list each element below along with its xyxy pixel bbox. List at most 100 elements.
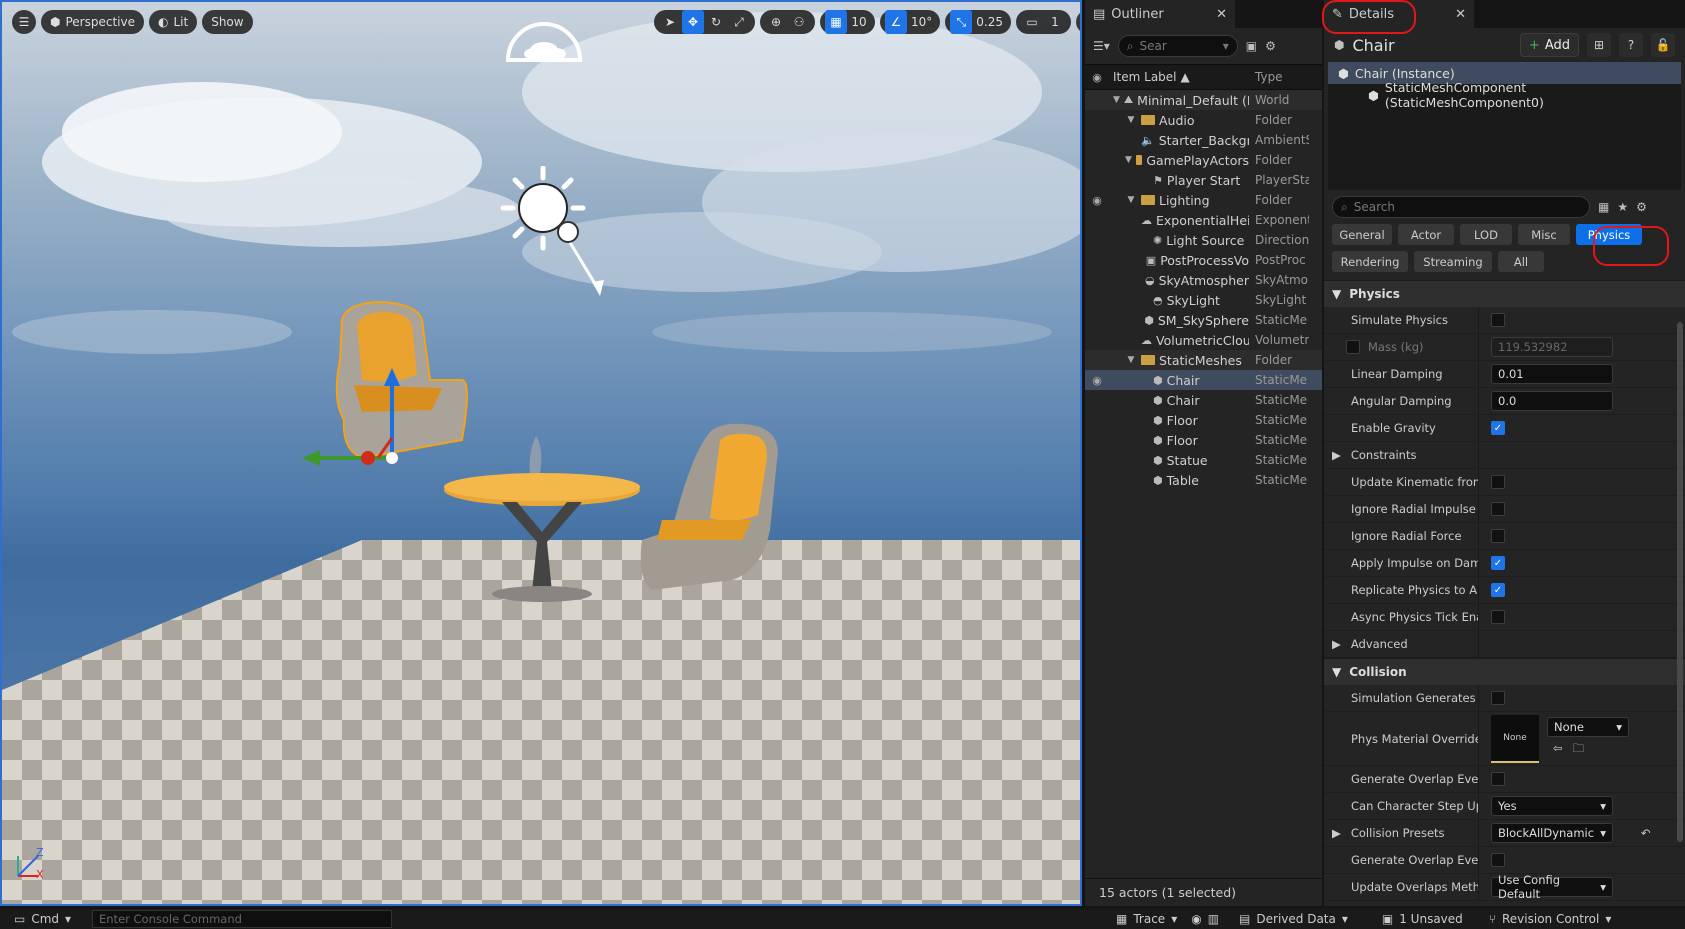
outliner-item[interactable]: ⬢ Chair [1109,393,1249,408]
world-coords-icon[interactable]: ⊕ [765,10,787,34]
trace-button[interactable]: ▦ Trace ▾ [1116,912,1177,926]
show-button[interactable]: Show [202,10,253,34]
select-tool-icon[interactable]: ➤ [659,10,681,34]
surface-snap-icon[interactable]: ⚇ [788,10,810,34]
details-search-input[interactable]: ⌕ Search [1332,196,1590,218]
outliner-row[interactable]: ▼ Audio Folder [1085,110,1322,130]
replicate-physics-checkbox[interactable]: ✓ [1491,583,1505,597]
outliner-search-input[interactable]: ⌕ Sear ▾ [1117,35,1238,57]
outliner-item[interactable]: ⬢ Chair [1109,373,1249,388]
visibility-header-icon[interactable]: ◉ [1085,71,1109,84]
constraints-row[interactable]: ▶ Constraints [1324,442,1685,469]
revision-control-button[interactable]: ⑂ Revision Control ▾ [1489,912,1612,926]
directional-light-icon[interactable] [500,166,610,306]
filter-lod[interactable]: LOD [1460,224,1512,245]
translate-tool-icon[interactable]: ✥ [682,10,704,34]
rotate-tool-icon[interactable]: ↻ [705,10,727,34]
collision-section[interactable]: ▼ Collision [1324,658,1685,685]
outliner-item[interactable]: ⬢ Floor [1109,433,1249,448]
angular-damping-field[interactable]: 0.0 [1491,391,1613,411]
caret-right-icon[interactable]: ▶ [1332,826,1341,840]
outliner-row[interactable]: ☁ VolumetricClou Volumetr [1085,330,1322,350]
enable-gravity-checkbox[interactable]: ✓ [1491,421,1505,435]
outliner-item[interactable]: ▼ Lighting [1109,193,1249,208]
reset-icon[interactable]: ↶ [1641,826,1651,840]
filter-rendering[interactable]: Rendering [1332,251,1408,272]
tab-outliner[interactable]: ▤ Outliner ✕ [1085,0,1235,28]
outliner-item[interactable]: ◓ SkyLight [1109,293,1249,308]
table-view-icon[interactable]: ▦ [1598,200,1609,214]
outliner-row[interactable]: 🔈 Starter_Backgr AmbientS [1085,130,1322,150]
outliner-item[interactable]: ◒ SkyAtmospher [1109,273,1249,288]
outliner-row[interactable]: ⬢ Statue StaticMe [1085,450,1322,470]
browse-icon[interactable]: 🗀 [1573,741,1585,760]
outliner-row[interactable]: ⬢ Chair StaticMe [1085,390,1322,410]
async-physics-checkbox[interactable] [1491,610,1505,624]
add-folder-icon[interactable]: ▣ [1246,39,1257,53]
grid-snap-value[interactable]: 10 [848,10,870,34]
phys-material-thumbnail[interactable]: None [1491,714,1539,763]
linear-damping-field[interactable]: 0.01 [1491,364,1613,384]
record-icon[interactable]: ◉ [1191,912,1201,926]
visibility-eye-icon[interactable]: ◉ [1085,194,1109,207]
gear-icon[interactable]: ⚙ [1636,200,1647,214]
col-item-label[interactable]: Item Label ▲ [1109,70,1249,84]
filter-actor[interactable]: Actor [1398,224,1454,245]
outliner-row[interactable]: ◉ ⬢ Chair StaticMe [1085,370,1322,390]
outliner-row[interactable]: ⬢ SM_SkySphere StaticMe [1085,310,1322,330]
sky-dome-icon[interactable] [504,20,584,62]
ignore-radial-impulse-checkbox[interactable] [1491,502,1505,516]
console-input[interactable]: Enter Console Command [92,910,392,928]
simulate-physics-checkbox[interactable] [1491,313,1505,327]
level-viewport[interactable]: Z X ☰ ⬢ Perspective ◐ Lit Show ➤ ✥ ↻ ⤢ ⊕ ⚇… [0,0,1082,906]
unsaved-button[interactable]: ▣ 1 Unsaved [1382,912,1463,926]
outliner-item[interactable]: ☁ ExponentialHei [1109,213,1249,228]
outliner-row[interactable]: ▣ PostProcessVo PostProc [1085,250,1322,270]
caret-down-icon[interactable]: ▼ [1125,355,1137,365]
details-scrollbar[interactable] [1677,322,1683,842]
outliner-item[interactable]: ⬢ Floor [1109,413,1249,428]
outliner-row[interactable]: ▼ StaticMeshes Folder [1085,350,1322,370]
outliner-item[interactable]: ☁ VolumetricClou [1109,333,1249,348]
caret-down-icon[interactable]: ▼ [1125,155,1132,165]
caret-down-icon[interactable]: ▼ [1125,195,1137,205]
outliner-item[interactable]: ▼ Audio [1109,113,1249,128]
lit-button[interactable]: ◐ Lit [148,10,198,34]
outliner-item[interactable]: ⚑ Player Start [1109,173,1249,188]
component-row[interactable]: ⬢ StaticMeshComponent (StaticMeshComponen… [1328,80,1681,110]
close-icon[interactable]: ✕ [1455,7,1466,22]
outliner-row[interactable]: ⬢ Floor StaticMe [1085,410,1322,430]
camera-speed-value[interactable]: 1 [1044,10,1066,34]
col-type[interactable]: Type [1249,70,1309,84]
gear-icon[interactable]: ⚙ [1265,39,1276,53]
phys-material-dropdown[interactable]: None ▾ [1547,717,1629,737]
outliner-item[interactable]: ▼ GamePlayActors [1109,153,1249,168]
transform-gizmo[interactable] [298,362,408,472]
physics-section[interactable]: ▼ Physics [1324,280,1685,307]
sim-gen-hit-checkbox[interactable] [1491,691,1505,705]
filter-icon[interactable]: ☰▾ [1093,39,1110,53]
derived-data-button[interactable]: ▤ Derived Data ▾ [1239,912,1348,926]
advanced-row[interactable]: ▶ Advanced [1324,631,1685,658]
outliner-row[interactable]: ⚑ Player Start PlayerSta [1085,170,1322,190]
camera-icon[interactable]: ▭ [1021,10,1043,34]
ignore-radial-force-checkbox[interactable] [1491,529,1505,543]
outliner-item[interactable]: ✺ Light Source [1109,233,1249,248]
can-step-dropdown[interactable]: Yes ▾ [1491,796,1613,816]
outliner-item[interactable]: ▼ StaticMeshes [1109,353,1249,368]
scale-snap-icon[interactable]: ⤡ [950,10,973,34]
outliner-row[interactable]: ◓ SkyLight SkyLight [1085,290,1322,310]
rotation-snap-group[interactable]: ∠ 10° [880,10,941,34]
rotation-snap-value[interactable]: 10° [908,10,935,34]
filter-general[interactable]: General [1332,224,1392,245]
filter-all[interactable]: All [1498,251,1544,272]
perspective-button[interactable]: ⬢ Perspective [41,10,144,34]
scale-tool-icon[interactable]: ⤢ [728,10,750,34]
filter-streaming[interactable]: Streaming [1414,251,1492,272]
outliner-item[interactable]: ⬢ SM_SkySphere [1109,313,1249,328]
grid-snap-group[interactable]: ▦ 10 [820,10,875,34]
mass-override-checkbox[interactable] [1346,340,1360,354]
add-component-button[interactable]: + Add [1519,33,1579,57]
angle-snap-icon[interactable]: ∠ [885,10,907,34]
help-icon[interactable]: ? [1619,33,1643,57]
